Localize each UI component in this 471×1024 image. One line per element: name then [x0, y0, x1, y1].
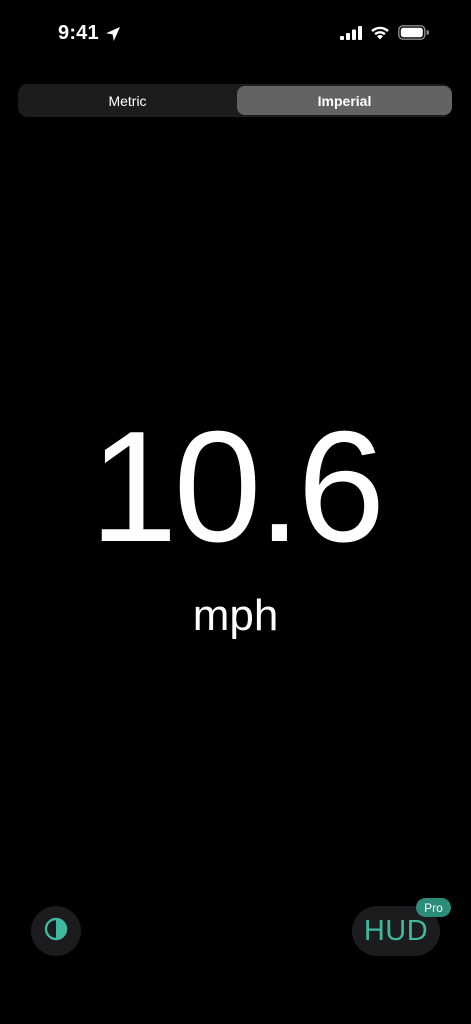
status-time-group: 9:41	[58, 22, 121, 45]
hud-label: HUD	[363, 914, 429, 947]
status-time: 9:41	[58, 22, 99, 44]
wifi-icon	[370, 25, 390, 40]
contrast-icon	[44, 917, 68, 946]
unit-segmented-control: Metric Imperial	[18, 84, 452, 117]
status-bar: 9:41	[0, 0, 471, 70]
status-icons	[340, 25, 429, 40]
theme-toggle-button[interactable]	[31, 906, 81, 956]
cellular-signal-icon	[340, 25, 362, 40]
battery-icon	[398, 25, 429, 40]
speed-unit: mph	[192, 591, 279, 640]
segment-metric[interactable]: Metric	[20, 86, 235, 115]
segment-imperial[interactable]: Imperial	[237, 86, 452, 115]
location-arrow-icon	[105, 26, 121, 42]
speed-value: 10.6	[89, 399, 386, 575]
pro-badge: Pro	[416, 898, 451, 917]
